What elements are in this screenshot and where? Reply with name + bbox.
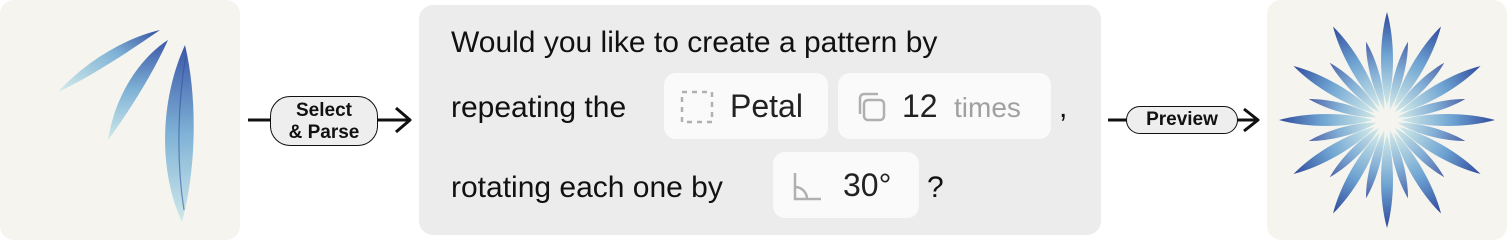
- shape-chip[interactable]: Petal: [664, 73, 828, 139]
- petal-illustration: [58, 30, 194, 222]
- question-line1: Would you like to create a pattern by: [451, 26, 938, 59]
- repeat-chip[interactable]: 12 times: [838, 73, 1051, 139]
- question-line3-suffix: ?: [927, 171, 944, 204]
- repeat-chip-value: 12: [902, 88, 938, 124]
- input-petal-image: [0, 0, 240, 240]
- question-line2-prefix: repeating the: [451, 91, 627, 124]
- select-parse-label-line2: & Parse: [288, 122, 360, 143]
- angle-chip[interactable]: 30°: [773, 152, 919, 218]
- angle-chip-value: 30°: [843, 167, 892, 203]
- question-line2-suffix: ,: [1059, 91, 1068, 124]
- select-parse-label-line1: Select: [296, 100, 352, 121]
- preview-label: Preview: [1126, 106, 1238, 134]
- question-line3-prefix: rotating each one by: [451, 171, 723, 204]
- select-parse-label: Select & Parse: [270, 96, 378, 146]
- shape-chip-value: Petal: [730, 88, 803, 124]
- angle-icon: [793, 173, 821, 201]
- repeat-chip-unit: times: [954, 92, 1021, 123]
- preview-connector: Preview: [1108, 104, 1262, 138]
- select-parse-connector: Select & Parse: [248, 96, 414, 148]
- dashed-selection-icon: [680, 90, 714, 124]
- radial-petal-pattern: [1279, 12, 1495, 228]
- output-pattern-image: [1267, 0, 1507, 240]
- copy-icon: [858, 92, 886, 122]
- question-card: Would you like to create a pattern by re…: [419, 5, 1101, 235]
